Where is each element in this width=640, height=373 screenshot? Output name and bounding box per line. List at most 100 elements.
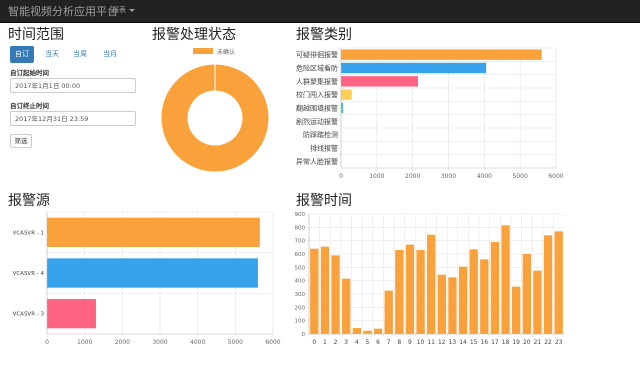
report-menu-label: 报表: [112, 6, 126, 14]
bar[interactable]: [437, 274, 446, 334]
legend-label: 未确认: [217, 48, 235, 56]
x-tick-label: 10: [417, 339, 425, 346]
legend-swatch: [193, 48, 213, 54]
caret-down-icon: [129, 8, 135, 12]
bar[interactable]: [352, 328, 361, 334]
x-tick-label: 6000: [548, 173, 563, 180]
x-tick-label: 0: [339, 173, 343, 180]
x-tick-label: 3: [344, 339, 348, 346]
x-tick-label: 18: [502, 339, 510, 346]
y-tick-label: 剧烈运动报警: [296, 117, 338, 126]
bar[interactable]: [490, 242, 500, 334]
bar[interactable]: [47, 217, 260, 247]
y-tick-label: 校门闯入报警: [296, 90, 338, 99]
top-navbar: 智能视频分析应用平台 报表: [0, 0, 640, 23]
bar[interactable]: [416, 250, 425, 334]
x-tick-label: 5000: [513, 173, 528, 180]
x-tick-label: 22: [544, 339, 552, 346]
y-tick-label: 危险区域看防: [296, 64, 338, 73]
x-tick-label: 9: [408, 339, 412, 346]
bar[interactable]: [341, 89, 352, 100]
x-tick-label: 4000: [477, 173, 492, 180]
x-tick-label: 17: [491, 339, 499, 346]
tab-today[interactable]: 当天: [42, 46, 62, 63]
y-tick-label: 人群聚集报警: [296, 77, 338, 86]
bar[interactable]: [342, 278, 351, 334]
x-tick-label: 0: [312, 339, 316, 346]
bar[interactable]: [341, 76, 419, 87]
bar[interactable]: [47, 299, 96, 329]
y-tick-label: 300: [295, 292, 306, 298]
bar[interactable]: [501, 225, 510, 334]
y-tick-label: 900: [295, 212, 306, 218]
bar[interactable]: [341, 62, 487, 74]
bar[interactable]: [543, 235, 553, 334]
tab-this-week[interactable]: 当周: [70, 46, 90, 63]
filter-button[interactable]: 筛选: [10, 134, 32, 148]
bar[interactable]: [480, 259, 489, 334]
x-tick-label: 4000: [190, 339, 205, 346]
bar[interactable]: [533, 270, 542, 334]
x-tick-label: 16: [480, 339, 488, 346]
y-tick-label: 可疑徘徊报警: [296, 50, 338, 59]
app-title[interactable]: 智能视频分析应用平台: [8, 3, 118, 19]
x-tick-label: 21: [534, 339, 542, 346]
bar[interactable]: [458, 266, 468, 334]
x-tick-label: 6000: [265, 339, 280, 346]
bar[interactable]: [395, 250, 404, 334]
x-tick-label: 11: [427, 339, 435, 346]
y-tick-label: 翻越围墙报警: [296, 104, 338, 113]
y-tick-label: 700: [295, 239, 306, 245]
bar[interactable]: [310, 248, 319, 334]
report-menu[interactable]: 报表: [112, 5, 135, 15]
bar[interactable]: [469, 249, 478, 334]
y-tick-label: 100: [295, 319, 306, 325]
bar[interactable]: [405, 244, 415, 334]
y-tick-label: 600: [295, 252, 306, 258]
y-tick-label: VCASVR - 3: [13, 312, 45, 318]
time-bar-chart: 01002003004005006007008009000 1 2 3 4 5 6 7 8 9 10…: [295, 212, 564, 346]
bar[interactable]: [47, 258, 258, 288]
x-tick-label: 19: [512, 339, 520, 346]
x-tick-label: 4: [355, 339, 359, 346]
bar[interactable]: [512, 286, 521, 334]
y-tick-label: VCASVR - 4: [13, 271, 45, 277]
y-tick-label: 排线报警: [310, 144, 338, 153]
x-tick-label: 7: [387, 339, 391, 346]
y-tick-label: 异常人脸报警: [296, 157, 338, 166]
x-tick-label: 5: [366, 339, 370, 346]
status-donut-chart: 未确认: [160, 48, 270, 173]
time-range-title: 时间范围: [8, 27, 64, 43]
bar[interactable]: [373, 328, 383, 334]
x-tick-label: 5000: [228, 339, 243, 346]
x-tick-label: 1000: [77, 339, 92, 346]
bar[interactable]: [522, 254, 531, 334]
end-time-label: 自订终止时间: [10, 102, 49, 110]
bar[interactable]: [341, 49, 542, 60]
bar[interactable]: [554, 231, 563, 334]
x-tick-label: 15: [470, 339, 478, 346]
start-time-input[interactable]: 2017年1月1日 00:00: [10, 78, 136, 93]
bar[interactable]: [384, 290, 393, 334]
bar[interactable]: [331, 255, 340, 334]
source-bar-chart: 0 1000 2000 3000 4000 5000 6000 VCASVR - 1 VCASV…: [13, 211, 281, 346]
x-tick-label: 13: [449, 339, 457, 346]
y-tick-label: 800: [295, 225, 306, 231]
x-tick-label: 23: [555, 339, 563, 346]
bar[interactable]: [427, 234, 436, 334]
source-title: 报警源: [8, 193, 50, 209]
x-tick-label: 12: [438, 339, 446, 346]
x-tick-label: 6: [376, 339, 380, 346]
bar[interactable]: [448, 277, 457, 334]
y-tick-label: 500: [295, 265, 306, 271]
start-time-label: 自订起始时间: [10, 69, 49, 77]
bar[interactable]: [363, 330, 372, 334]
x-tick-label: 1: [323, 339, 327, 346]
end-time-input[interactable]: 2017年12月31日 23:59: [10, 111, 136, 126]
x-tick-label: 1000: [369, 173, 384, 180]
bar[interactable]: [341, 102, 344, 114]
status-title: 报警处理状态: [152, 27, 236, 43]
bar[interactable]: [320, 246, 330, 334]
tab-this-month[interactable]: 当月: [100, 46, 120, 63]
tab-custom[interactable]: 自订: [10, 46, 34, 63]
